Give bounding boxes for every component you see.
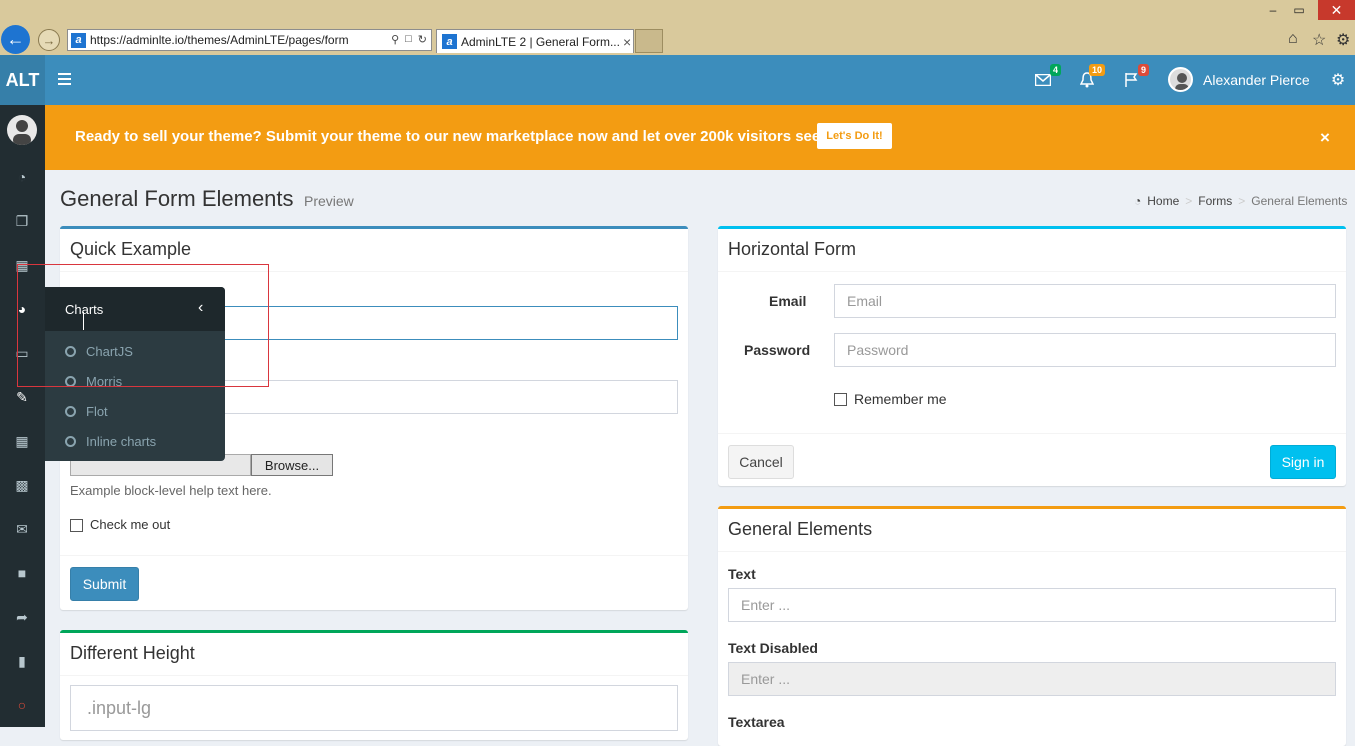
- dashboard-icon: ◔: [1134, 194, 1142, 208]
- text-disabled-input: Enter ...: [728, 662, 1336, 696]
- minimize-button[interactable]: –: [1262, 0, 1284, 20]
- flyout-item-flot[interactable]: Flot: [65, 404, 108, 419]
- lock-icon: □: [405, 33, 412, 45]
- browse-button[interactable]: Browse...: [251, 454, 333, 476]
- text-label: Text: [728, 566, 756, 582]
- site-favicon-icon: a: [71, 32, 86, 48]
- back-button[interactable]: ←: [1, 25, 30, 54]
- different-height-box: Different Height .input-lg: [60, 630, 688, 740]
- box-title: Quick Example: [70, 239, 192, 259]
- forward-button[interactable]: →: [38, 29, 60, 51]
- tab-favicon-icon: a: [442, 34, 457, 49]
- help-text: Example block-level help text here.: [70, 483, 272, 498]
- url-text: https://adminlte.io/themes/AdminLTE/page…: [90, 33, 349, 47]
- user-name[interactable]: Alexander Pierce: [1203, 72, 1310, 88]
- edit-icon[interactable]: ✎: [12, 387, 32, 407]
- files-icon[interactable]: ❐: [12, 211, 32, 231]
- tab-close-icon[interactable]: ×: [623, 34, 631, 50]
- share-icon[interactable]: ➦: [12, 607, 32, 627]
- page-subtitle: Preview: [304, 193, 354, 209]
- lets-do-it-button[interactable]: Let's Do It!: [817, 123, 892, 149]
- password-label: Password: [744, 342, 811, 358]
- horizontal-password-input[interactable]: Password: [834, 333, 1336, 367]
- breadcrumb: ◔ Home > Forms > General Elements: [1134, 194, 1347, 208]
- user-avatar[interactable]: [1168, 67, 1193, 92]
- box-title: General Elements: [728, 519, 873, 539]
- sidebar-toggle-icon[interactable]: [58, 70, 74, 88]
- breadcrumb-home[interactable]: Home: [1147, 194, 1179, 208]
- envelope-icon[interactable]: ✉: [12, 519, 32, 539]
- sidebar-user-avatar[interactable]: [7, 115, 37, 145]
- flag-icon[interactable]: 9: [1121, 64, 1149, 90]
- check-me-out-checkbox[interactable]: [70, 519, 83, 532]
- messages-badge: 4: [1049, 64, 1061, 76]
- control-sidebar-gears-icon[interactable]: ⚙: [1328, 70, 1348, 90]
- selection-rectangle: [17, 264, 269, 387]
- sidebar: ◔ ❐ ▦ ◕ ▭ ✎ ▦ ▩ ✉ ■ ➦ ▮ ○: [0, 105, 45, 727]
- tasks-badge: 9: [1137, 64, 1149, 76]
- horizontal-form-box: Horizontal Form Email Email Password Pas…: [718, 226, 1346, 486]
- browser-chrome: ← → a https://adminlte.io/themes/AdminLT…: [0, 0, 1355, 55]
- circle-icon[interactable]: ○: [12, 695, 32, 715]
- callout-text: Ready to sell your theme? Submit your th…: [75, 128, 839, 145]
- remember-me-checkbox[interactable]: [834, 393, 847, 406]
- dashboard-icon[interactable]: ◔: [12, 167, 32, 187]
- sign-in-button[interactable]: Sign in: [1270, 445, 1336, 479]
- calendar-icon[interactable]: ▩: [12, 475, 32, 495]
- cancel-button[interactable]: Cancel: [728, 445, 794, 479]
- main-header: ALT 4 10 9 Alexander Pierce ⚙: [0, 55, 1355, 105]
- home-icon[interactable]: ⌂: [1288, 30, 1298, 48]
- input-lg[interactable]: .input-lg: [70, 685, 678, 731]
- circle-icon: [65, 406, 76, 417]
- horizontal-email-input[interactable]: Email: [834, 284, 1336, 318]
- breadcrumb-general-elements: General Elements: [1251, 194, 1348, 208]
- table-icon[interactable]: ▦: [12, 431, 32, 451]
- email-label: Email: [769, 293, 807, 309]
- marketplace-callout: Ready to sell your theme? Submit your th…: [45, 105, 1355, 170]
- close-window-button[interactable]: ✕: [1318, 0, 1355, 20]
- page-title: General Form Elements: [60, 186, 294, 211]
- text-disabled-label: Text Disabled: [728, 640, 818, 656]
- breadcrumb-separator: >: [1238, 194, 1246, 208]
- box-title: Different Height: [70, 643, 195, 663]
- book-icon[interactable]: ▮: [12, 651, 32, 671]
- new-tab-button[interactable]: [635, 29, 663, 53]
- textarea-label: Textarea: [728, 714, 785, 730]
- logo[interactable]: ALT: [0, 55, 45, 105]
- checkbox-label: Check me out: [90, 517, 171, 532]
- tab-title: AdminLTE 2 | General Form...: [461, 34, 619, 49]
- folder-icon[interactable]: ■: [12, 563, 32, 583]
- address-bar[interactable]: a https://adminlte.io/themes/AdminLTE/pa…: [67, 29, 432, 51]
- bell-icon[interactable]: 10: [1077, 64, 1105, 90]
- notifications-badge: 10: [1088, 64, 1105, 76]
- search-icon[interactable]: ⚲: [391, 33, 399, 46]
- envelope-icon[interactable]: 4: [1033, 64, 1061, 90]
- submit-button[interactable]: Submit: [70, 567, 139, 601]
- maximize-button[interactable]: ▭: [1288, 0, 1310, 20]
- favorites-star-icon[interactable]: ☆: [1312, 30, 1326, 50]
- refresh-icon[interactable]: ↻: [418, 33, 427, 46]
- browser-tab[interactable]: a AdminLTE 2 | General Form... ×: [436, 29, 634, 53]
- breadcrumb-forms[interactable]: Forms: [1198, 194, 1232, 208]
- flyout-item-inline-charts[interactable]: Inline charts: [65, 434, 156, 449]
- breadcrumb-separator: >: [1185, 194, 1193, 208]
- circle-icon: [65, 436, 76, 447]
- callout-close-icon[interactable]: ×: [1320, 128, 1330, 148]
- settings-gear-icon[interactable]: ⚙: [1336, 30, 1350, 50]
- general-elements-box: General Elements Text Enter ... Text Dis…: [718, 506, 1346, 746]
- text-input[interactable]: Enter ...: [728, 588, 1336, 622]
- box-title: Horizontal Form: [728, 239, 857, 259]
- remember-me-label: Remember me: [854, 391, 947, 407]
